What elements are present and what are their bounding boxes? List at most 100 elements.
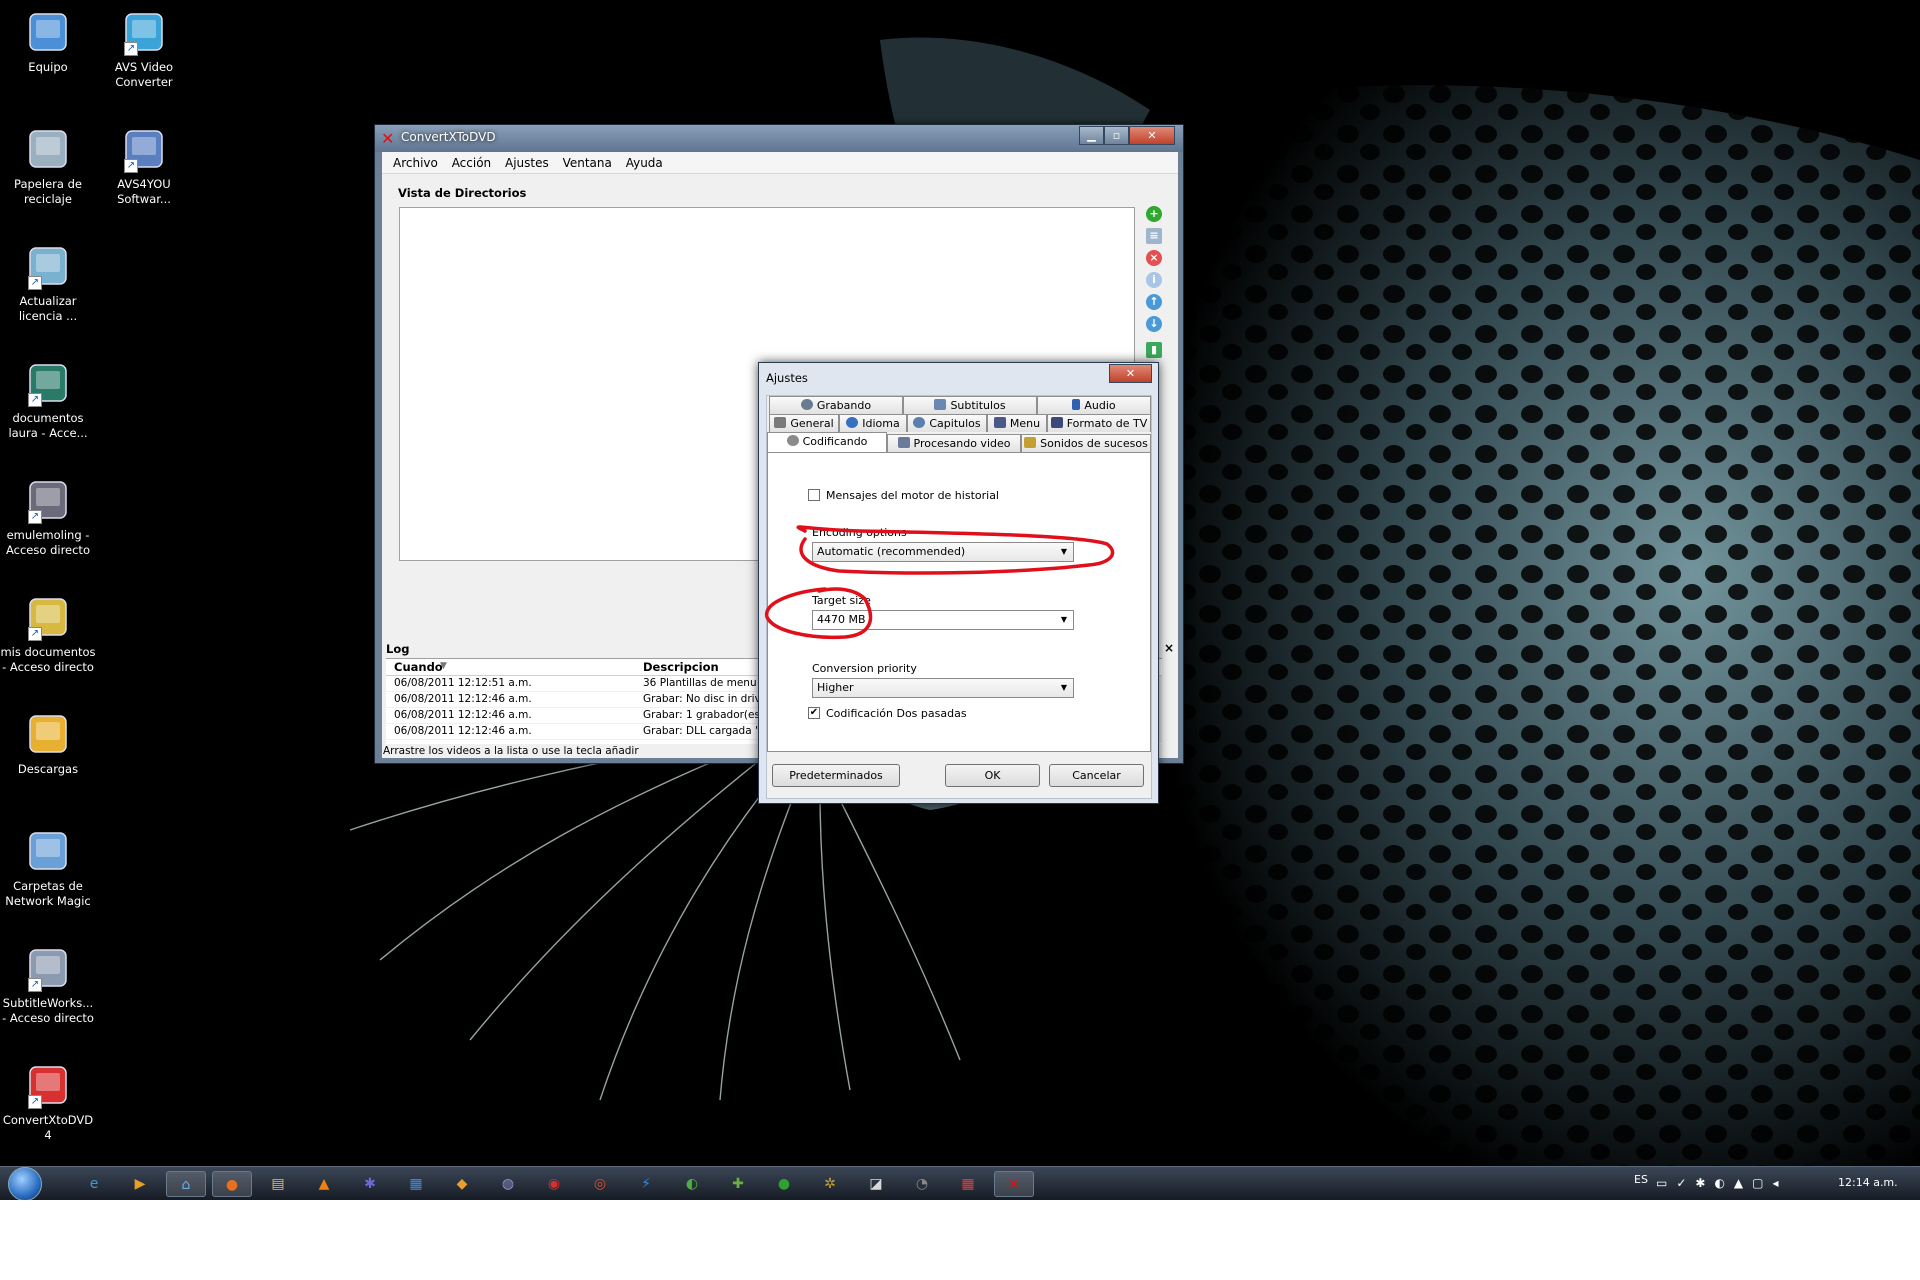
taskbar-app-icon[interactable]: ◎ bbox=[580, 1171, 620, 1197]
taskbar-app-icon[interactable]: ◐ bbox=[672, 1171, 712, 1197]
desktop-icon-label: documentos laura - Acce... bbox=[8, 411, 88, 440]
app-logo-icon: ✕ bbox=[381, 129, 395, 148]
menu-archivo[interactable]: Archivo bbox=[388, 152, 443, 174]
taskbar-app-icon[interactable]: ◍ bbox=[488, 1171, 528, 1197]
red-annotation-marks bbox=[765, 525, 1115, 640]
convertxtodvd-icon: ↗ bbox=[24, 1061, 72, 1109]
taskbar-network-icon[interactable]: ⌂ bbox=[166, 1171, 206, 1197]
menu-accion[interactable]: Acción bbox=[447, 152, 496, 174]
license-update-icon: ↗ bbox=[24, 242, 72, 290]
reorder-icon[interactable]: ≡ bbox=[1146, 228, 1162, 244]
two-pass-checkbox[interactable]: ✔ bbox=[808, 707, 820, 719]
status-text: Arrastre los videos a la lista o use la … bbox=[383, 745, 639, 757]
desktop: Equipo ↗ AVS Video Converter Papelera de re… bbox=[0, 0, 1920, 1200]
add-icon[interactable]: + bbox=[1146, 206, 1162, 222]
computer-icon bbox=[24, 8, 72, 56]
clock[interactable]: 12:14 a.m. bbox=[1838, 1176, 1898, 1189]
desktop-icon-label: Equipo bbox=[28, 60, 68, 74]
column-when[interactable]: Cuando bbox=[394, 660, 443, 674]
desktop-icon-label: AVS4YOU Softwar... bbox=[117, 177, 171, 206]
desktop-icon-label: SubtitleWorks... - Acceso directo bbox=[2, 996, 94, 1025]
defaults-button[interactable]: Predeterminados bbox=[772, 764, 900, 787]
desktop-icon-label: AVS Video Converter bbox=[114, 60, 174, 89]
taskbar-app-icon[interactable]: ▦ bbox=[396, 1171, 436, 1197]
desktop-icon[interactable]: Descargas bbox=[0, 710, 96, 777]
taskbar-app-icon[interactable]: ✲ bbox=[810, 1171, 850, 1197]
shortcut-arrow-icon: ↗ bbox=[28, 276, 42, 290]
move-up-icon[interactable]: ↑ bbox=[1146, 294, 1162, 310]
desktop-icon[interactable]: ↗ ConvertXtoDVD 4 bbox=[0, 1061, 96, 1143]
taskbar-vlc-icon[interactable]: ▲ bbox=[304, 1171, 344, 1197]
conversion-priority-value: Higher bbox=[817, 681, 854, 694]
taskbar-app-icon[interactable]: ◪ bbox=[856, 1171, 896, 1197]
desktop-icon[interactable]: Papelera de reciclaje bbox=[0, 125, 96, 207]
sort-desc-icon: ▼ bbox=[440, 661, 447, 671]
log-when: 06/08/2011 12:12:51 a.m. bbox=[394, 677, 532, 689]
log-description: Grabar: 1 grabador(es) e bbox=[643, 709, 774, 721]
log-title: Log bbox=[386, 642, 410, 656]
tab-codificando[interactable]: Codificando bbox=[767, 432, 887, 452]
desktop-icon[interactable]: ↗ AVS4YOU Softwar... bbox=[96, 125, 192, 207]
taskbar: e ▶ ⌂ ● ▤ ▲ ✱ ▦ ◆ ◍ ◉ ◎ ⚡ ◐ ✚ ● ✲ ◪ ◔ ▦ ✕ ES ▭✓✱◐▲▢◂ 12:14 a… bbox=[0, 1166, 1920, 1200]
maximize-button[interactable]: ▫ bbox=[1104, 126, 1129, 145]
shortcut-arrow-icon: ↗ bbox=[28, 510, 42, 524]
column-description[interactable]: Descripcion bbox=[643, 660, 719, 674]
shortcut-arrow-icon: ↗ bbox=[28, 1095, 42, 1109]
info-icon[interactable]: i bbox=[1146, 272, 1162, 288]
desktop-icon[interactable]: ↗ Actualizar licencia ... bbox=[0, 242, 96, 324]
taskbar-app-icon[interactable]: ◉ bbox=[534, 1171, 574, 1197]
menu-ventana[interactable]: Ventana bbox=[558, 152, 617, 174]
taskbar-app-icon[interactable]: ▦ bbox=[948, 1171, 988, 1197]
log-when: 06/08/2011 12:12:46 a.m. bbox=[394, 693, 532, 705]
taskbar-app-icon[interactable]: ◆ bbox=[442, 1171, 482, 1197]
desktop-icon-label: ConvertXtoDVD 4 bbox=[2, 1113, 94, 1142]
subtitleworkshop-icon: ↗ bbox=[24, 944, 72, 992]
emule-icon: ↗ bbox=[24, 476, 72, 524]
shortcut-arrow-icon: ↗ bbox=[28, 627, 42, 641]
menu-ajustes[interactable]: Ajustes bbox=[500, 152, 554, 174]
desktop-icon[interactable]: Equipo bbox=[0, 8, 96, 75]
menu-bar: Archivo Acción Ajustes Ventana Ayuda bbox=[382, 152, 1178, 174]
taskbar-explorer-folder-icon[interactable]: ▤ bbox=[258, 1171, 298, 1197]
folder-shortcut-icon: ↗ bbox=[24, 359, 72, 407]
taskbar-firefox-icon[interactable]: ● bbox=[212, 1171, 252, 1197]
log-close-icon[interactable]: × bbox=[1164, 641, 1174, 655]
taskbar-app-icon[interactable]: ◔ bbox=[902, 1171, 942, 1197]
desktop-icon[interactable]: ↗ AVS Video Converter bbox=[96, 8, 192, 90]
menu-ayuda[interactable]: Ayuda bbox=[621, 152, 668, 174]
remove-icon[interactable]: × bbox=[1146, 250, 1162, 266]
convert-icon[interactable]: ▮ bbox=[1146, 342, 1162, 358]
desktop-icon-label: mis documentos - Acceso directo bbox=[0, 645, 96, 674]
close-button[interactable]: ✕ bbox=[1129, 126, 1175, 145]
desktop-icon-label: Carpetas de Network Magic bbox=[5, 879, 91, 908]
taskbar-convertxtodvd-icon[interactable]: ✕ bbox=[994, 1171, 1034, 1197]
taskbar-app-icon[interactable]: ⚡ bbox=[626, 1171, 666, 1197]
move-down-icon[interactable]: ↓ bbox=[1146, 316, 1162, 332]
desktop-icon[interactable]: ↗ mis documentos - Acceso directo bbox=[0, 593, 96, 675]
log-description: Grabar: DLL cargada "C: bbox=[643, 725, 771, 737]
taskbar-app-icon[interactable]: ✱ bbox=[350, 1171, 390, 1197]
desktop-icon[interactable]: ↗ SubtitleWorks... - Acceso directo bbox=[0, 944, 96, 1026]
language-indicator[interactable]: ES bbox=[1634, 1173, 1648, 1186]
window-title: ConvertXToDVD bbox=[401, 130, 496, 144]
taskbar-media-player-icon[interactable]: ▶ bbox=[120, 1171, 160, 1197]
ok-button[interactable]: OK bbox=[945, 764, 1040, 787]
desktop-icon[interactable]: ↗ emulemoling - Acceso directo bbox=[0, 476, 96, 558]
conversion-priority-label: Conversion priority bbox=[812, 662, 917, 675]
shortcut-arrow-icon: ↗ bbox=[28, 978, 42, 992]
tab-codificando-label: Codificando bbox=[802, 435, 868, 448]
desktop-icon[interactable]: Carpetas de Network Magic bbox=[0, 827, 96, 909]
avs-video-converter-icon: ↗ bbox=[120, 8, 168, 56]
directory-view-title: Vista de Directorios bbox=[398, 186, 527, 200]
taskbar-ie-icon[interactable]: e bbox=[74, 1171, 114, 1197]
cancel-button[interactable]: Cancelar bbox=[1049, 764, 1144, 787]
desktop-icon[interactable]: ↗ documentos laura - Acce... bbox=[0, 359, 96, 441]
two-pass-label: Codificación Dos pasadas bbox=[826, 707, 967, 720]
window-titlebar[interactable]: ✕ ConvertXToDVD ▁ ▫ ✕ bbox=[375, 125, 1183, 152]
taskbar-app-icon[interactable]: ● bbox=[764, 1171, 804, 1197]
conversion-priority-select[interactable]: Higher ▼ bbox=[812, 678, 1074, 698]
minimize-button[interactable]: ▁ bbox=[1079, 126, 1104, 145]
taskbar-app-icon[interactable]: ✚ bbox=[718, 1171, 758, 1197]
start-button[interactable] bbox=[8, 1167, 42, 1200]
avs4you-icon: ↗ bbox=[120, 125, 168, 173]
